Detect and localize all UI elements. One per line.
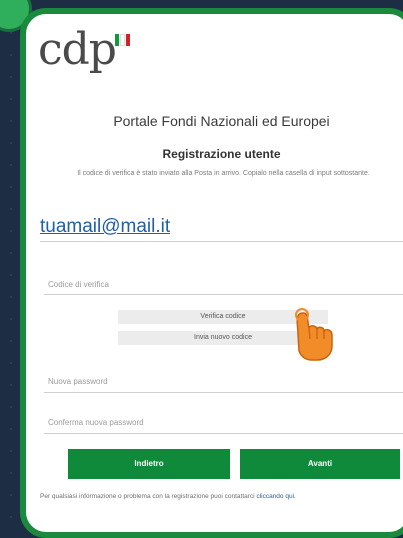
verification-code-underline bbox=[44, 294, 403, 295]
portal-title: Portale Fondi Nazionali ed Europei bbox=[113, 113, 330, 129]
email-field[interactable]: tuamail@mail.it bbox=[40, 216, 170, 238]
confirm-password-input[interactable]: Conferma nuova password bbox=[48, 418, 144, 427]
cdp-logo: cdp bbox=[38, 24, 117, 75]
info-text: Il codice di verifica è stato inviato al… bbox=[77, 170, 370, 177]
confirm-password-underline bbox=[44, 433, 403, 434]
back-button[interactable]: Indietro bbox=[68, 449, 230, 479]
contact-link[interactable]: cliccando qui. bbox=[256, 493, 295, 500]
footer-text: Per qualsiasi informazione o problema co… bbox=[40, 493, 255, 500]
email-underline bbox=[40, 241, 403, 242]
next-button[interactable]: Avanti bbox=[240, 449, 400, 479]
help-footer: Per qualsiasi informazione o problema co… bbox=[40, 492, 400, 502]
hand-pointer-icon bbox=[288, 306, 338, 367]
italian-flag-icon bbox=[115, 34, 131, 46]
new-password-input[interactable]: Nuova password bbox=[48, 377, 108, 386]
page-title: Registrazione utente bbox=[162, 147, 281, 161]
new-password-underline bbox=[44, 392, 403, 393]
verification-code-input[interactable]: Codice di verifica bbox=[48, 280, 109, 289]
